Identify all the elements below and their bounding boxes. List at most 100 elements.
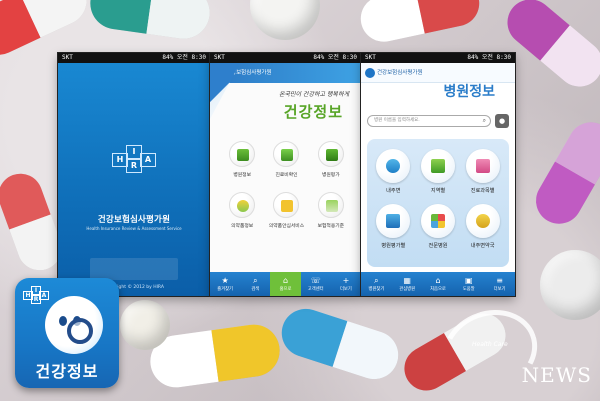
tab-label: 더보기 xyxy=(493,287,506,292)
category-label: 내주변 xyxy=(386,188,401,194)
logo-letter: A xyxy=(39,291,49,300)
menu-item-label: 병원정보 xyxy=(233,173,251,178)
menu-item-dur-service[interactable]: 의약품안심서비스 xyxy=(264,192,308,229)
app-icon-label: 건강정보 xyxy=(35,362,99,381)
hira-logo-icon: H I R A xyxy=(112,145,156,209)
tab-label: 도움말 xyxy=(462,287,475,292)
tab-more[interactable]: ≡ 더보기 xyxy=(484,272,515,296)
category-specialty[interactable]: 전문병원 xyxy=(416,204,461,249)
carrier-label: SKT xyxy=(365,54,376,61)
menu-item-hospital-info[interactable]: 병원정보 xyxy=(220,141,264,178)
watermark-brand: NEWS xyxy=(521,363,592,387)
menu-item-drug-info[interactable]: 의약품정보 xyxy=(220,192,264,229)
carrier-label: SKT xyxy=(62,54,73,61)
news-watermark: Health Care NEWS xyxy=(431,296,592,401)
battery-label: 84% xyxy=(467,54,479,61)
menu-item-hospital-rating[interactable]: 병원평가 xyxy=(309,141,353,178)
app-icon[interactable]: H I R A 건강정보 xyxy=(15,278,119,388)
hospital-info-screen: SKT 84% 오전 8:30 건강보험심사평가원 병원정보 병원 이름을 입력… xyxy=(361,53,515,296)
background-tablet xyxy=(250,0,320,40)
menu-item-label: 의약품안심서비스 xyxy=(268,224,305,229)
tab-label: 즐겨찾기 xyxy=(217,287,233,292)
pharmacy-icon xyxy=(465,204,500,238)
magnifier-icon xyxy=(67,318,93,344)
category-label: 지역별 xyxy=(430,188,446,194)
tab-start[interactable]: ⌂ 처음으로 xyxy=(423,272,454,296)
background-pill xyxy=(86,0,214,43)
background-pill xyxy=(275,302,405,386)
tab-help[interactable]: ▣ 도움말 xyxy=(453,272,484,296)
home-icon: ⌂ xyxy=(282,276,289,285)
category-region[interactable]: 지역별 xyxy=(416,149,461,194)
battery-label: 84% xyxy=(162,54,174,61)
tab-label: 병원찾기 xyxy=(368,287,385,292)
search-placeholder: 병원 이름을 입력하세요. xyxy=(374,118,420,123)
tab-label: 홈으로 xyxy=(279,287,292,292)
menu-item-fee-check[interactable]: 진료비확인 xyxy=(264,141,308,178)
home-icon: ⌂ xyxy=(435,276,441,285)
page-title: 건강정보 xyxy=(283,103,343,121)
menu-grid: 병원정보 진료비확인 병원평가 의약품정보 의약품안심서비스 보험적용기준 xyxy=(220,141,353,229)
category-rating[interactable]: 병원평가별 xyxy=(371,204,416,249)
carrier-label: SKT xyxy=(214,54,225,61)
tab-favorites[interactable]: ★ 즐겨찾기 xyxy=(210,272,240,296)
menu-item-label: 의약품정보 xyxy=(231,224,254,229)
splash-ghost-panel xyxy=(90,258,178,280)
search-icon: ⌕ xyxy=(374,276,379,285)
menu-icon: ≡ xyxy=(496,276,503,285)
splash-app-name: 건강보험심사평가원 xyxy=(97,215,171,225)
category-label: 내주변약국 xyxy=(470,243,495,249)
star-icon: ★ xyxy=(221,276,229,285)
insurance-doc-icon xyxy=(317,192,344,218)
hospital-building-icon xyxy=(229,141,256,167)
search-icon[interactable]: ⌕ xyxy=(483,116,486,126)
hira-badge-icon xyxy=(365,68,375,78)
status-bar: SKT 84% 오전 8:30 xyxy=(210,53,361,63)
watermark-tagline: Health Care xyxy=(472,341,508,348)
category-label: 전문병원 xyxy=(428,243,448,249)
tab-label: 고객센터 xyxy=(307,287,324,292)
tab-find-hospital[interactable]: ⌕ 병원찾기 xyxy=(361,272,392,296)
search-icon: ⌕ xyxy=(253,276,258,285)
bottom-tab-bar: ⌕ 병원찾기 ▦ 관심병원 ⌂ 처음으로 ▣ 도움말 ≡ 더보기 xyxy=(361,272,515,296)
hira-logo-icon: H I R A xyxy=(23,286,49,314)
tab-home[interactable]: ⌂ 홈으로 xyxy=(270,272,301,296)
location-signal-icon xyxy=(376,149,411,183)
tab-favorite-hospitals[interactable]: ▦ 관심병원 xyxy=(392,272,423,296)
slogan-text: 온국민이 건강하고 행복하게 xyxy=(278,91,349,98)
dur-icon xyxy=(273,192,300,218)
background-tablet xyxy=(120,300,170,350)
tab-more[interactable]: + 더보기 xyxy=(331,272,361,296)
tab-label: 더보기 xyxy=(339,287,352,292)
clock-label: 오전 8:30 xyxy=(176,54,206,61)
menu-item-label: 보험적용기준 xyxy=(317,224,345,229)
clock-label: 오전 8:30 xyxy=(481,54,511,61)
map-region-icon xyxy=(420,149,455,183)
menu-item-label: 진료비확인 xyxy=(275,173,298,178)
rating-chart-icon xyxy=(376,204,411,238)
phone-icon: ☏ xyxy=(310,276,321,285)
hospital-search-input[interactable]: 병원 이름을 입력하세요. ⌕ xyxy=(367,115,491,127)
main-menu-screen: SKT 84% 오전 8:30 ✚ 건강보험심사평가원 온국민이 건강하고 행복… xyxy=(210,53,361,296)
category-department[interactable]: 진료과목별 xyxy=(460,149,505,194)
header-title: 건강보험심사평가원 xyxy=(377,70,423,76)
tab-search[interactable]: ⌕ 검색 xyxy=(240,272,270,296)
background-pill xyxy=(356,0,484,46)
tab-customer-center[interactable]: ☏ 고객센터 xyxy=(301,272,331,296)
book-icon: ▣ xyxy=(465,276,473,285)
specialty-cross-icon xyxy=(420,204,455,238)
app-header: 건강보험심사평가원 xyxy=(361,63,515,83)
clock-label: 오전 8:30 xyxy=(327,54,357,61)
menu-item-insurance-criteria[interactable]: 보험적용기준 xyxy=(309,192,353,229)
mic-icon[interactable]: ● xyxy=(495,114,509,128)
status-bar: SKT 84% 오전 8:30 xyxy=(361,53,515,63)
category-panel: 내주변 지역별 진료과목별 병원평가별 전문병원 내주변약국 xyxy=(367,139,509,267)
tab-label: 처음으로 xyxy=(430,287,446,292)
category-label: 병원평가별 xyxy=(381,243,406,249)
background-tablet xyxy=(540,250,600,320)
category-pharmacy[interactable]: 내주변약국 xyxy=(460,204,505,249)
background-pill xyxy=(527,113,600,233)
category-nearby[interactable]: 내주변 xyxy=(371,149,416,194)
tab-label: 관심병원 xyxy=(399,287,416,292)
splash-logo: H I R A 건강보험심사평가원 Health Insurance Revie… xyxy=(58,145,210,231)
